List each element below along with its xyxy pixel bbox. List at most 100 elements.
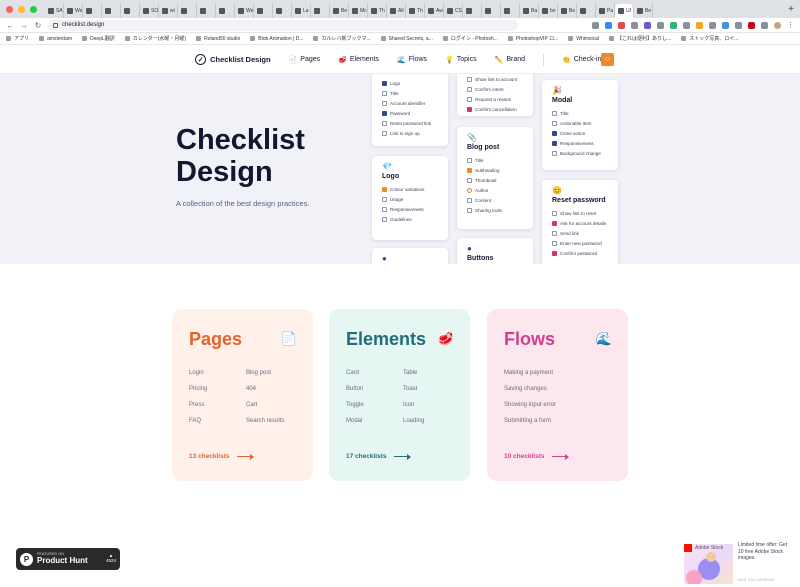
checklist-row[interactable]: Thumbnail (467, 175, 523, 185)
checklist-row[interactable]: Background change (552, 148, 608, 158)
browser-tab[interactable]: Ba (520, 4, 539, 18)
extension-icon[interactable] (644, 21, 651, 29)
browser-tab[interactable] (463, 4, 482, 18)
more-menu-icon[interactable]: ⋮ (787, 21, 794, 29)
browser-tab[interactable]: bo (539, 4, 558, 18)
checklist-row[interactable]: Confirm cancellation (467, 104, 523, 114)
checkbox[interactable] (467, 177, 472, 183)
browser-tab[interactable]: La (292, 4, 311, 18)
nav-link-pages[interactable]: 📄 Pages (289, 56, 321, 64)
preview-card-cancel[interactable]: Show link to account Confirm intent Reques… (457, 74, 533, 116)
checkbox[interactable] (552, 130, 557, 136)
ad-text[interactable]: Limited time offer: Get 10 free Adobe St… (738, 542, 794, 562)
browser-tab[interactable] (501, 4, 520, 18)
browser-tab[interactable]: Th (368, 4, 387, 18)
checkbox[interactable] (382, 206, 387, 212)
category-link[interactable]: Button (346, 386, 403, 392)
bookmark-item[interactable]: カレンダー(水曜・月曜) (124, 35, 186, 42)
category-card-elements[interactable]: Elements 🥩 Card Table Button Toast Toggle Ico… (329, 309, 470, 481)
category-link[interactable]: Saving changes (504, 386, 621, 392)
checkbox[interactable] (467, 96, 472, 102)
browser-tab[interactable] (577, 4, 596, 18)
checklist-row[interactable]: Sharing tools (467, 205, 523, 215)
profile-avatar-icon[interactable] (774, 21, 781, 29)
radio-button[interactable] (467, 187, 472, 193)
checklist-row[interactable]: Actionable item (552, 118, 608, 128)
category-link[interactable]: Press (189, 402, 246, 408)
preview-card-blog-post[interactable]: 📎 Blog post Title Subheading Thumbnail Auth… (457, 127, 533, 229)
extension-icon[interactable] (761, 21, 768, 29)
category-card-flows[interactable]: Flows 🌊 Making a payment Saving changes Sh… (487, 309, 628, 481)
checkbox[interactable] (552, 230, 557, 236)
checklist-count-link[interactable]: 17 checklists (346, 453, 412, 461)
checkbox[interactable] (382, 110, 387, 116)
nav-link-check-ins[interactable]: 👏 Check-ins (562, 56, 605, 64)
category-link[interactable]: Loading (403, 418, 463, 424)
extension-icon[interactable] (631, 21, 638, 29)
checkbox[interactable] (382, 216, 387, 222)
minimize-window-icon[interactable] (18, 5, 25, 13)
checklist-row[interactable]: Logo (382, 78, 438, 88)
close-window-icon[interactable] (6, 5, 13, 13)
bookmark-item[interactable]: カルレバ新ブックマ... (313, 35, 371, 42)
extension-icon[interactable] (670, 21, 677, 29)
bookmark-item[interactable]: Shared Secrets, a... (380, 36, 433, 42)
browser-tab[interactable] (254, 4, 273, 18)
bookmark-item[interactable]: Blob Animation | D... (250, 36, 303, 42)
checkbox[interactable] (382, 120, 387, 126)
reload-icon[interactable]: ↻ (34, 21, 42, 30)
bookmark-item[interactable]: PhotoshopVIP ロ... (507, 35, 558, 42)
browser-tab[interactable]: wi (159, 4, 178, 18)
browser-tab[interactable]: We (64, 4, 83, 18)
category-link[interactable]: Cart (246, 402, 306, 408)
checkbox[interactable] (552, 120, 557, 126)
extension-icon[interactable] (709, 21, 716, 29)
extension-icon[interactable] (748, 21, 755, 29)
browser-tab[interactable]: Be (330, 4, 349, 18)
checkbox[interactable] (467, 167, 472, 173)
browser-tab[interactable]: Aw (425, 4, 444, 18)
bookmark-item[interactable]: ログイン - Photosh... (442, 35, 498, 42)
preview-card-reset-password[interactable]: 😊 Reset password Show link to reset Ask f… (542, 180, 618, 264)
browser-tab[interactable]: Mc (349, 4, 368, 18)
preview-card-partial[interactable]: ● (372, 248, 448, 264)
category-link[interactable]: Modal (346, 418, 403, 424)
checklist-row[interactable]: Reset password link (382, 118, 438, 128)
checklist-row[interactable]: Content (467, 195, 523, 205)
preview-card-sign-in[interactable]: Logo Title Account identifier Password Reset… (372, 74, 448, 146)
browser-tab[interactable]: Th (406, 4, 425, 18)
extension-icon[interactable] (592, 21, 599, 29)
preview-card-modal[interactable]: 🎉 Modal Title Actionable item Close action… (542, 80, 618, 170)
checklist-row[interactable]: Show link to reset (552, 208, 608, 218)
forward-icon[interactable]: → (20, 21, 28, 30)
checkbox[interactable] (552, 150, 557, 156)
nav-link-brand[interactable]: ✏️ Brand (495, 56, 525, 64)
checklist-row[interactable]: Enter new password (552, 238, 608, 248)
category-link[interactable]: Search results (246, 418, 306, 424)
checklist-row[interactable]: Title (467, 155, 523, 165)
checkbox[interactable] (467, 207, 472, 213)
checklist-row[interactable]: Password (382, 108, 438, 118)
address-bar[interactable]: checklist.design (48, 19, 518, 31)
checkbox[interactable] (382, 90, 387, 96)
back-icon[interactable]: ← (6, 21, 14, 30)
category-link[interactable]: Pricing (189, 386, 246, 392)
checklist-row[interactable]: Request a reason (467, 94, 523, 104)
checkbox[interactable] (552, 140, 557, 146)
browser-tab[interactable] (102, 4, 121, 18)
checkbox[interactable] (552, 220, 557, 226)
category-link[interactable]: Login (189, 370, 246, 376)
browser-tab[interactable]: All (387, 4, 406, 18)
checklist-row[interactable]: Link to sign up (382, 128, 438, 138)
checklist-row[interactable]: Title (382, 88, 438, 98)
user-avatar[interactable]: ☺ (601, 53, 614, 66)
bookmark-item[interactable]: DeepL翻訳 (82, 35, 115, 42)
checklist-count-link[interactable]: 13 checklists (189, 453, 255, 461)
checklist-row[interactable]: Confirm password (552, 248, 608, 258)
category-link[interactable]: Toggle (346, 402, 403, 408)
browser-tab[interactable] (482, 4, 501, 18)
bookmark-item[interactable]: ストック写真、ロイ... (681, 35, 738, 42)
checkbox[interactable] (552, 240, 557, 246)
checkbox[interactable] (382, 100, 387, 106)
checkbox[interactable] (382, 80, 387, 86)
